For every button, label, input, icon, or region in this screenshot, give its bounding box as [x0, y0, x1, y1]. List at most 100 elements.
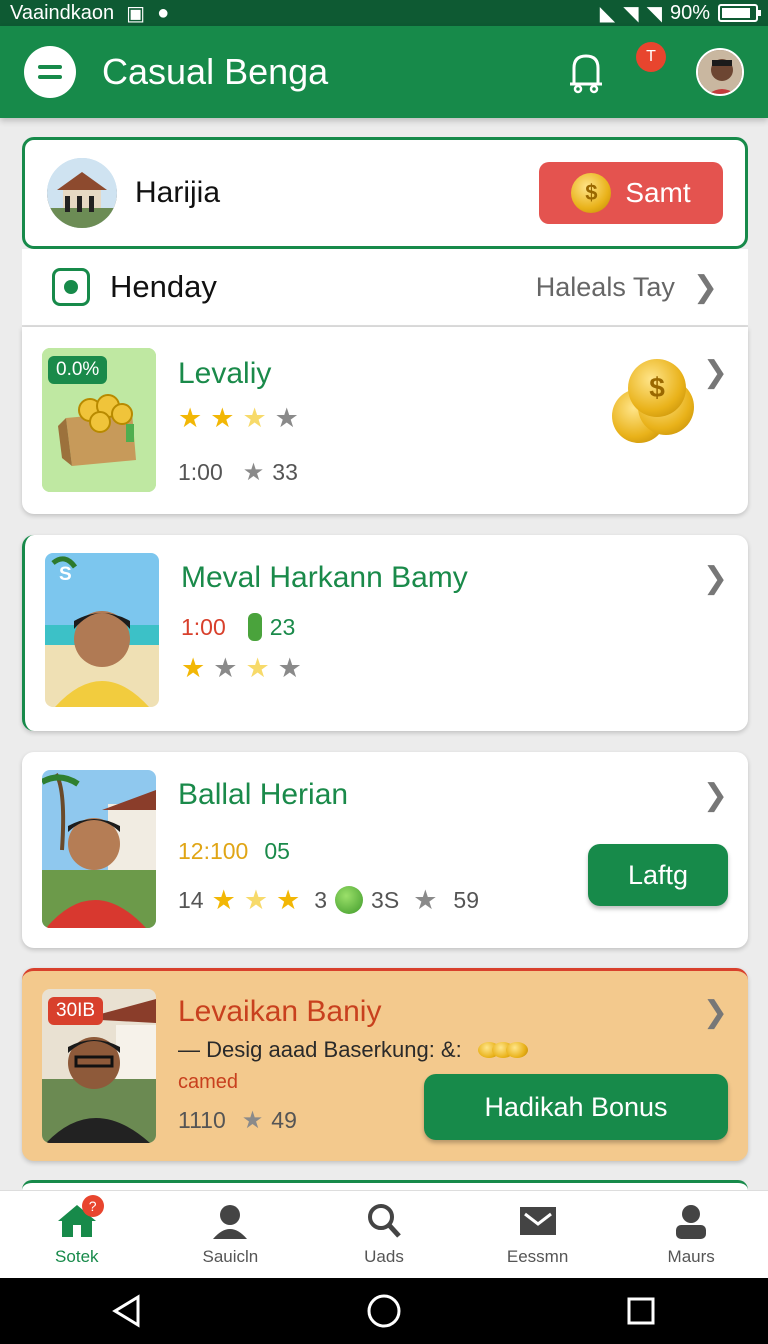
stat-value: 14 [178, 886, 204, 913]
game-time: 1:00 [178, 459, 223, 485]
star-icon: ★ [210, 403, 235, 433]
discount-badge: 0.0% [48, 356, 108, 384]
chevron-right-icon[interactable]: ❯ [703, 355, 728, 390]
wifi-icon: ◣ [599, 2, 616, 25]
chevron-right-icon[interactable]: ❯ [703, 778, 728, 813]
person-icon [213, 1204, 248, 1239]
game-thumbnail: S [45, 553, 159, 707]
bonus-subtitle: — Desig aaad Baserkung: &: [178, 1037, 462, 1062]
star-icon: ★ [277, 653, 302, 683]
star-icon: ★ [241, 1106, 264, 1134]
star-rating: ★ ★ ★ ★ [181, 655, 302, 682]
bell-icon[interactable] [566, 50, 606, 94]
signal-icon-2: ◥ [646, 2, 662, 25]
game-card[interactable]: S Meval Harkann Bamy 1:00 23 ★ ★ ★ ★ ❯ [22, 535, 748, 731]
notification-badge[interactable]: T [636, 42, 666, 72]
star-icon: ★ [242, 403, 267, 433]
nav-item-eessmn[interactable]: Eessmn [461, 1191, 615, 1278]
stat-value: 59 [453, 886, 479, 913]
nav-label: Maurs [667, 1246, 715, 1266]
samt-button-label: Samt [625, 177, 691, 208]
star-icon: ★ [211, 884, 236, 915]
profile-card[interactable]: Harijia $ Samt [22, 137, 748, 249]
profile-icon [676, 1204, 707, 1239]
bonus-title: Levaikan Baniy [178, 995, 382, 1028]
mail-icon [519, 1206, 556, 1235]
status-bar: Vaaindkaon ▣ ● ◣ ◥ ◥ 90% [0, 0, 768, 26]
coins-icon [477, 1042, 528, 1058]
game-stats: 1:00 ★ 33 [178, 459, 298, 486]
chevron-right-icon: ❯ [692, 270, 718, 304]
game-time: 12:100 [178, 838, 249, 864]
game-time-row: 12:100 05 [178, 838, 290, 865]
game-thumbnail: 0.0% [42, 348, 156, 492]
apple-icon [335, 886, 364, 914]
star-icon: ★ [276, 884, 301, 915]
profile-avatar [47, 158, 117, 228]
star-icon: ★ [413, 884, 438, 915]
menu-button[interactable] [24, 46, 76, 98]
star-icon: ★ [181, 653, 206, 683]
game-thumbnail: 30IB [42, 989, 156, 1143]
apple-icon: ● [157, 1, 170, 24]
app-bar: Casual Benga T [0, 26, 768, 118]
star-icon: ★ [243, 884, 269, 915]
nav-badge: ? [81, 1195, 104, 1217]
section-title: Henday [110, 269, 217, 304]
game-title: Levaliy [178, 357, 272, 390]
game-title: Meval Harkann Bamy [181, 561, 468, 594]
battery-icon [718, 4, 761, 22]
stat-value: 3S [371, 886, 400, 913]
section-icon [52, 268, 90, 306]
section-link[interactable]: Haleals Tay ❯ [536, 270, 718, 305]
nav-label: Sotek [55, 1246, 99, 1266]
game-card[interactable]: Ballal Herian 12:100 05 14 ★ ★ ★ 3 3S ★ … [22, 752, 748, 948]
game-stats: 14 ★ ★ ★ 3 3S ★ 59 [178, 886, 479, 914]
star-icon: ★ [274, 403, 299, 433]
game-title: Ballal Herian [178, 778, 349, 811]
signal-icon: ◥ [623, 2, 639, 25]
nav-label: Sauicln [202, 1246, 259, 1266]
thumbnail-badge: S [59, 564, 72, 585]
recents-icon[interactable] [626, 1296, 656, 1326]
stat-value: 3 [314, 886, 328, 913]
coins-icon: $ [612, 359, 704, 445]
next-card-peek [22, 1180, 748, 1190]
game-count: 33 [272, 459, 298, 485]
star-icon: ★ [245, 653, 270, 683]
game-count: 23 [269, 613, 296, 640]
nav-item-home[interactable]: ? Sotek [0, 1191, 154, 1278]
nav-item-sauicln[interactable]: Sauicln [154, 1191, 308, 1278]
battery-percent: 90% [669, 1, 710, 24]
cactus-icon [247, 613, 262, 641]
home-circle-icon[interactable] [366, 1293, 402, 1329]
star-icon: ★ [213, 653, 238, 683]
star-icon: ★ [178, 403, 203, 433]
bonus-card[interactable]: 30IB Levaikan Baniy — Desig aaad Baserku… [22, 968, 748, 1161]
bottom-nav: ? Sotek Sauicln Uads Eessmn Maurs [0, 1190, 768, 1278]
carrier-label: Vaaindkaon [10, 1, 115, 24]
game-card[interactable]: 0.0% Levaliy ★ ★ ★ ★ 1:00 ★ 33 $ ❯ [22, 327, 748, 514]
profile-name: Harijia [135, 176, 221, 209]
user-avatar[interactable] [696, 48, 744, 96]
chevron-right-icon[interactable]: ❯ [703, 995, 728, 1030]
search-icon [367, 1203, 401, 1238]
game-stats: 1:00 23 [181, 613, 295, 641]
sim-icon: ▣ [126, 2, 146, 25]
bonus-status: camed [178, 1071, 239, 1093]
nav-item-uads[interactable]: Uads [307, 1191, 461, 1278]
system-nav-bar [0, 1278, 768, 1344]
bonus-button[interactable]: Hadikah Bonus [424, 1074, 728, 1140]
star-icon: ★ [242, 458, 265, 486]
samt-button[interactable]: $ Samt [539, 162, 723, 224]
section-link-label: Haleals Tay [535, 271, 675, 302]
bonus-subtitle-row: — Desig aaad Baserkung: &: [178, 1037, 528, 1063]
nav-label: Uads [364, 1246, 404, 1266]
game-count: 49 [271, 1107, 297, 1133]
nav-item-maurs[interactable]: Maurs [614, 1191, 768, 1278]
section-header[interactable]: Henday Haleals Tay ❯ [22, 249, 748, 327]
game-time: 1110 [178, 1107, 226, 1133]
laftg-button[interactable]: Laftg [588, 844, 728, 906]
back-icon[interactable] [112, 1294, 142, 1328]
chevron-right-icon[interactable]: ❯ [703, 561, 728, 596]
